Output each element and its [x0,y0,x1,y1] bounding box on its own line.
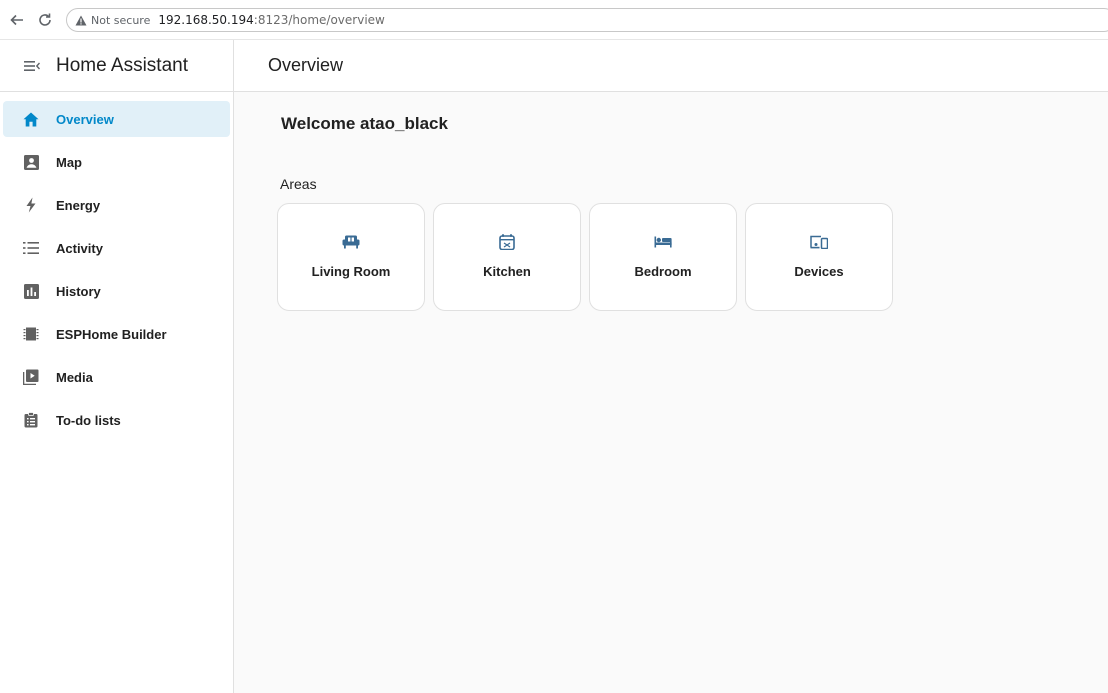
sidebar-nav: Overview Map Energy Activity History ESP… [0,92,233,438]
welcome-heading: Welcome atao_black [281,114,448,133]
area-card-kitchen[interactable]: Kitchen [433,203,581,311]
area-name: Devices [794,264,844,279]
sidebar-item-label: Media [56,369,93,385]
url-path: :8123/home/overview [253,13,385,27]
sidebar-item-label: History [56,283,101,299]
main-content: Overview Welcome atao_black Areas Living… [234,40,1108,693]
address-bar[interactable]: Not secure 192.168.50.194:8123/home/over… [66,8,1108,32]
sidebar-toggle-button[interactable] [20,54,44,78]
list-icon [21,238,41,258]
sidebar-item-energy[interactable]: Energy [3,187,230,223]
sidebar-item-history[interactable]: History [3,273,230,309]
security-indicator[interactable]: Not secure [75,14,150,27]
sidebar-item-map[interactable]: Map [3,144,230,180]
menu-collapse-icon [24,60,40,71]
warning-triangle-icon [75,15,87,25]
clipboard-list-icon [21,410,41,430]
area-name: Bedroom [634,264,692,279]
back-button[interactable] [6,9,28,31]
account-box-icon [21,152,41,172]
top-app-bar: Overview [234,40,1108,92]
area-card-living-room[interactable]: Living Room [277,203,425,311]
bar-chart-icon [21,281,41,301]
sidebar-item-label: Overview [56,111,114,127]
sidebar-item-media[interactable]: Media [3,359,230,395]
url-host: 192.168.50.194 [158,13,254,27]
sidebar-header: Home Assistant [0,40,233,92]
sidebar-item-label: Energy [56,197,101,213]
sidebar-item-overview[interactable]: Overview [3,101,230,137]
not-secure-label: Not secure [91,13,151,27]
sidebar-item-label: To-do lists [56,412,121,428]
sofa-icon [341,232,361,252]
reload-button[interactable] [34,9,56,31]
home-icon [21,109,41,129]
bed-icon [653,232,673,252]
sidebar: Home Assistant Overview Map Energy Activ… [0,40,234,693]
area-name: Kitchen [483,264,531,279]
app-title: Home Assistant [56,54,188,76]
area-card-bedroom[interactable]: Bedroom [589,203,737,311]
lightning-icon [21,195,41,215]
sidebar-item-label: Map [56,154,82,170]
chip-icon [21,324,41,344]
area-card-devices[interactable]: Devices [745,203,893,311]
reload-icon [39,13,51,26]
stove-icon [497,232,517,252]
sidebar-item-label: ESPHome Builder [56,326,167,342]
sidebar-item-label: Activity [56,240,103,256]
sidebar-item-todo-lists[interactable]: To-do lists [3,402,230,438]
areas-grid: Living Room Kitchen Bedroom Devices [277,203,893,311]
play-box-icon [21,367,41,387]
devices-icon [809,232,829,252]
sidebar-item-esphome-builder[interactable]: ESPHome Builder [3,316,230,352]
area-name: Living Room [311,264,391,279]
browser-toolbar: Not secure 192.168.50.194:8123/home/over… [0,0,1108,40]
sidebar-item-activity[interactable]: Activity [3,230,230,266]
arrow-left-icon [10,14,23,25]
page-title: Overview [268,55,344,75]
areas-heading: Areas [280,176,317,192]
